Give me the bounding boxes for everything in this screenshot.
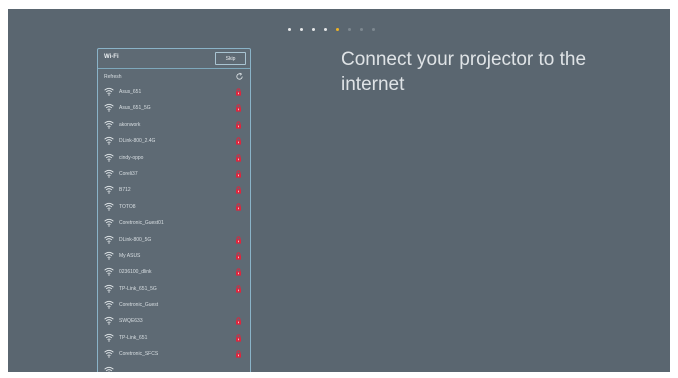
network-item[interactable]: Asus_651	[98, 84, 250, 100]
network-name: DLink-800_5G	[119, 236, 152, 243]
step-dot	[336, 27, 339, 31]
step-dot	[300, 27, 303, 31]
network-name: Asus_651	[119, 89, 142, 95]
page-title: Connect your projector to the internet	[341, 49, 587, 95]
step-dot	[324, 27, 327, 31]
wifi-icon	[104, 120, 114, 129]
network-name: TP-Link_651	[119, 334, 148, 341]
wifi-icon	[104, 186, 114, 195]
wifi-icon	[104, 251, 114, 260]
wifi-icon	[104, 202, 114, 211]
lock-icon	[236, 186, 241, 194]
network-name: Coreli37	[119, 170, 138, 177]
lock-icon	[236, 153, 241, 162]
step-indicator	[288, 26, 375, 32]
lock-icon	[236, 285, 241, 293]
network-name: TP-Link_651_5G	[119, 285, 157, 292]
network-name: Coretronic_SFCS	[119, 351, 159, 358]
wifi-icon	[104, 333, 114, 342]
network-name: B712	[119, 187, 131, 194]
lock-icon	[236, 334, 241, 342]
network-item[interactable]: My ASUS	[98, 248, 250, 264]
network-item[interactable]: SWQE633	[98, 313, 250, 329]
wifi-icon	[104, 104, 114, 113]
network-item[interactable]: akonwork	[98, 117, 250, 133]
network-name: cindy-oppo	[119, 154, 144, 161]
network-item[interactable]: DLink-800_5G	[98, 232, 250, 248]
skip-button[interactable]: Skip	[215, 52, 246, 65]
wifi-icon	[104, 350, 114, 358]
step-dot	[288, 27, 291, 31]
network-item[interactable]: Coreli37	[98, 166, 250, 182]
network-name: akonwork	[119, 121, 141, 128]
network-item[interactable]: TP-Link_651	[98, 330, 250, 346]
network-name: SWQE633	[119, 318, 143, 325]
network-name: Asus_651_5G	[119, 105, 151, 112]
network-item[interactable]: TOTO8	[98, 199, 250, 215]
network-name: TOTO8	[119, 203, 136, 210]
wifi-icon	[104, 366, 114, 372]
setup-screen: Wi-Fi Skip Refresh Asus_651 Asus_651_5Gak…	[8, 9, 670, 372]
network-name: Coretronic_Guest	[119, 302, 159, 309]
wifi-icon	[104, 268, 114, 276]
wifi-icon	[104, 153, 114, 162]
wifi-icon	[104, 317, 114, 326]
lock-icon	[236, 137, 241, 145]
network-name: DLink-800_2.4G	[119, 138, 156, 145]
wifi-icon	[104, 169, 114, 178]
wifi-panel-title: Wi-Fi	[104, 54, 119, 60]
network-item[interactable]: TP-Link_651_5G	[98, 281, 250, 297]
step-dot	[360, 27, 363, 31]
step-dot	[372, 27, 375, 31]
network-item[interactable]	[98, 363, 250, 372]
refresh-row[interactable]: Refresh	[98, 69, 250, 84]
wifi-icon	[104, 284, 114, 293]
lock-icon	[236, 170, 241, 178]
network-item[interactable]: Asus_651_5G	[98, 100, 250, 116]
lock-icon	[236, 121, 241, 129]
network-name: Coretronic_Guest01	[119, 220, 164, 227]
wifi-icon	[104, 137, 114, 145]
wifi-icon	[104, 235, 114, 244]
network-item[interactable]: Coretronic_Guest01	[98, 215, 250, 231]
lock-icon	[236, 235, 241, 244]
wifi-icon	[104, 87, 114, 96]
step-dot	[348, 27, 351, 31]
wifi-panel-header: Wi-Fi Skip	[98, 49, 250, 69]
network-item[interactable]: Coretronic_Guest	[98, 297, 250, 313]
network-item[interactable]: DLink-800_2.4G	[98, 133, 250, 149]
wifi-icon	[104, 218, 114, 227]
step-dot	[312, 27, 315, 31]
lock-icon	[236, 104, 241, 112]
lock-icon	[236, 88, 241, 96]
network-item[interactable]: cindy-oppo	[98, 150, 250, 166]
wifi-icon	[104, 300, 114, 309]
network-item[interactable]: Coretronic_SFCS	[98, 346, 250, 362]
refresh-icon[interactable]	[235, 72, 244, 81]
lock-icon	[236, 203, 241, 211]
network-list: Asus_651 Asus_651_5G akonwork DLink-800_2.4…	[98, 84, 250, 372]
lock-icon	[236, 350, 241, 358]
network-item[interactable]: 0236100_dlink	[98, 264, 250, 280]
network-name: 0236100_dlink	[119, 269, 152, 276]
lock-icon	[236, 268, 241, 276]
network-item[interactable]: B712	[98, 182, 250, 198]
lock-icon	[236, 317, 241, 326]
refresh-label: Refresh	[104, 74, 122, 80]
wifi-panel: Wi-Fi Skip Refresh Asus_651 Asus_651_5Gak…	[97, 48, 251, 372]
network-name: My ASUS	[119, 252, 141, 259]
lock-icon	[236, 252, 241, 260]
